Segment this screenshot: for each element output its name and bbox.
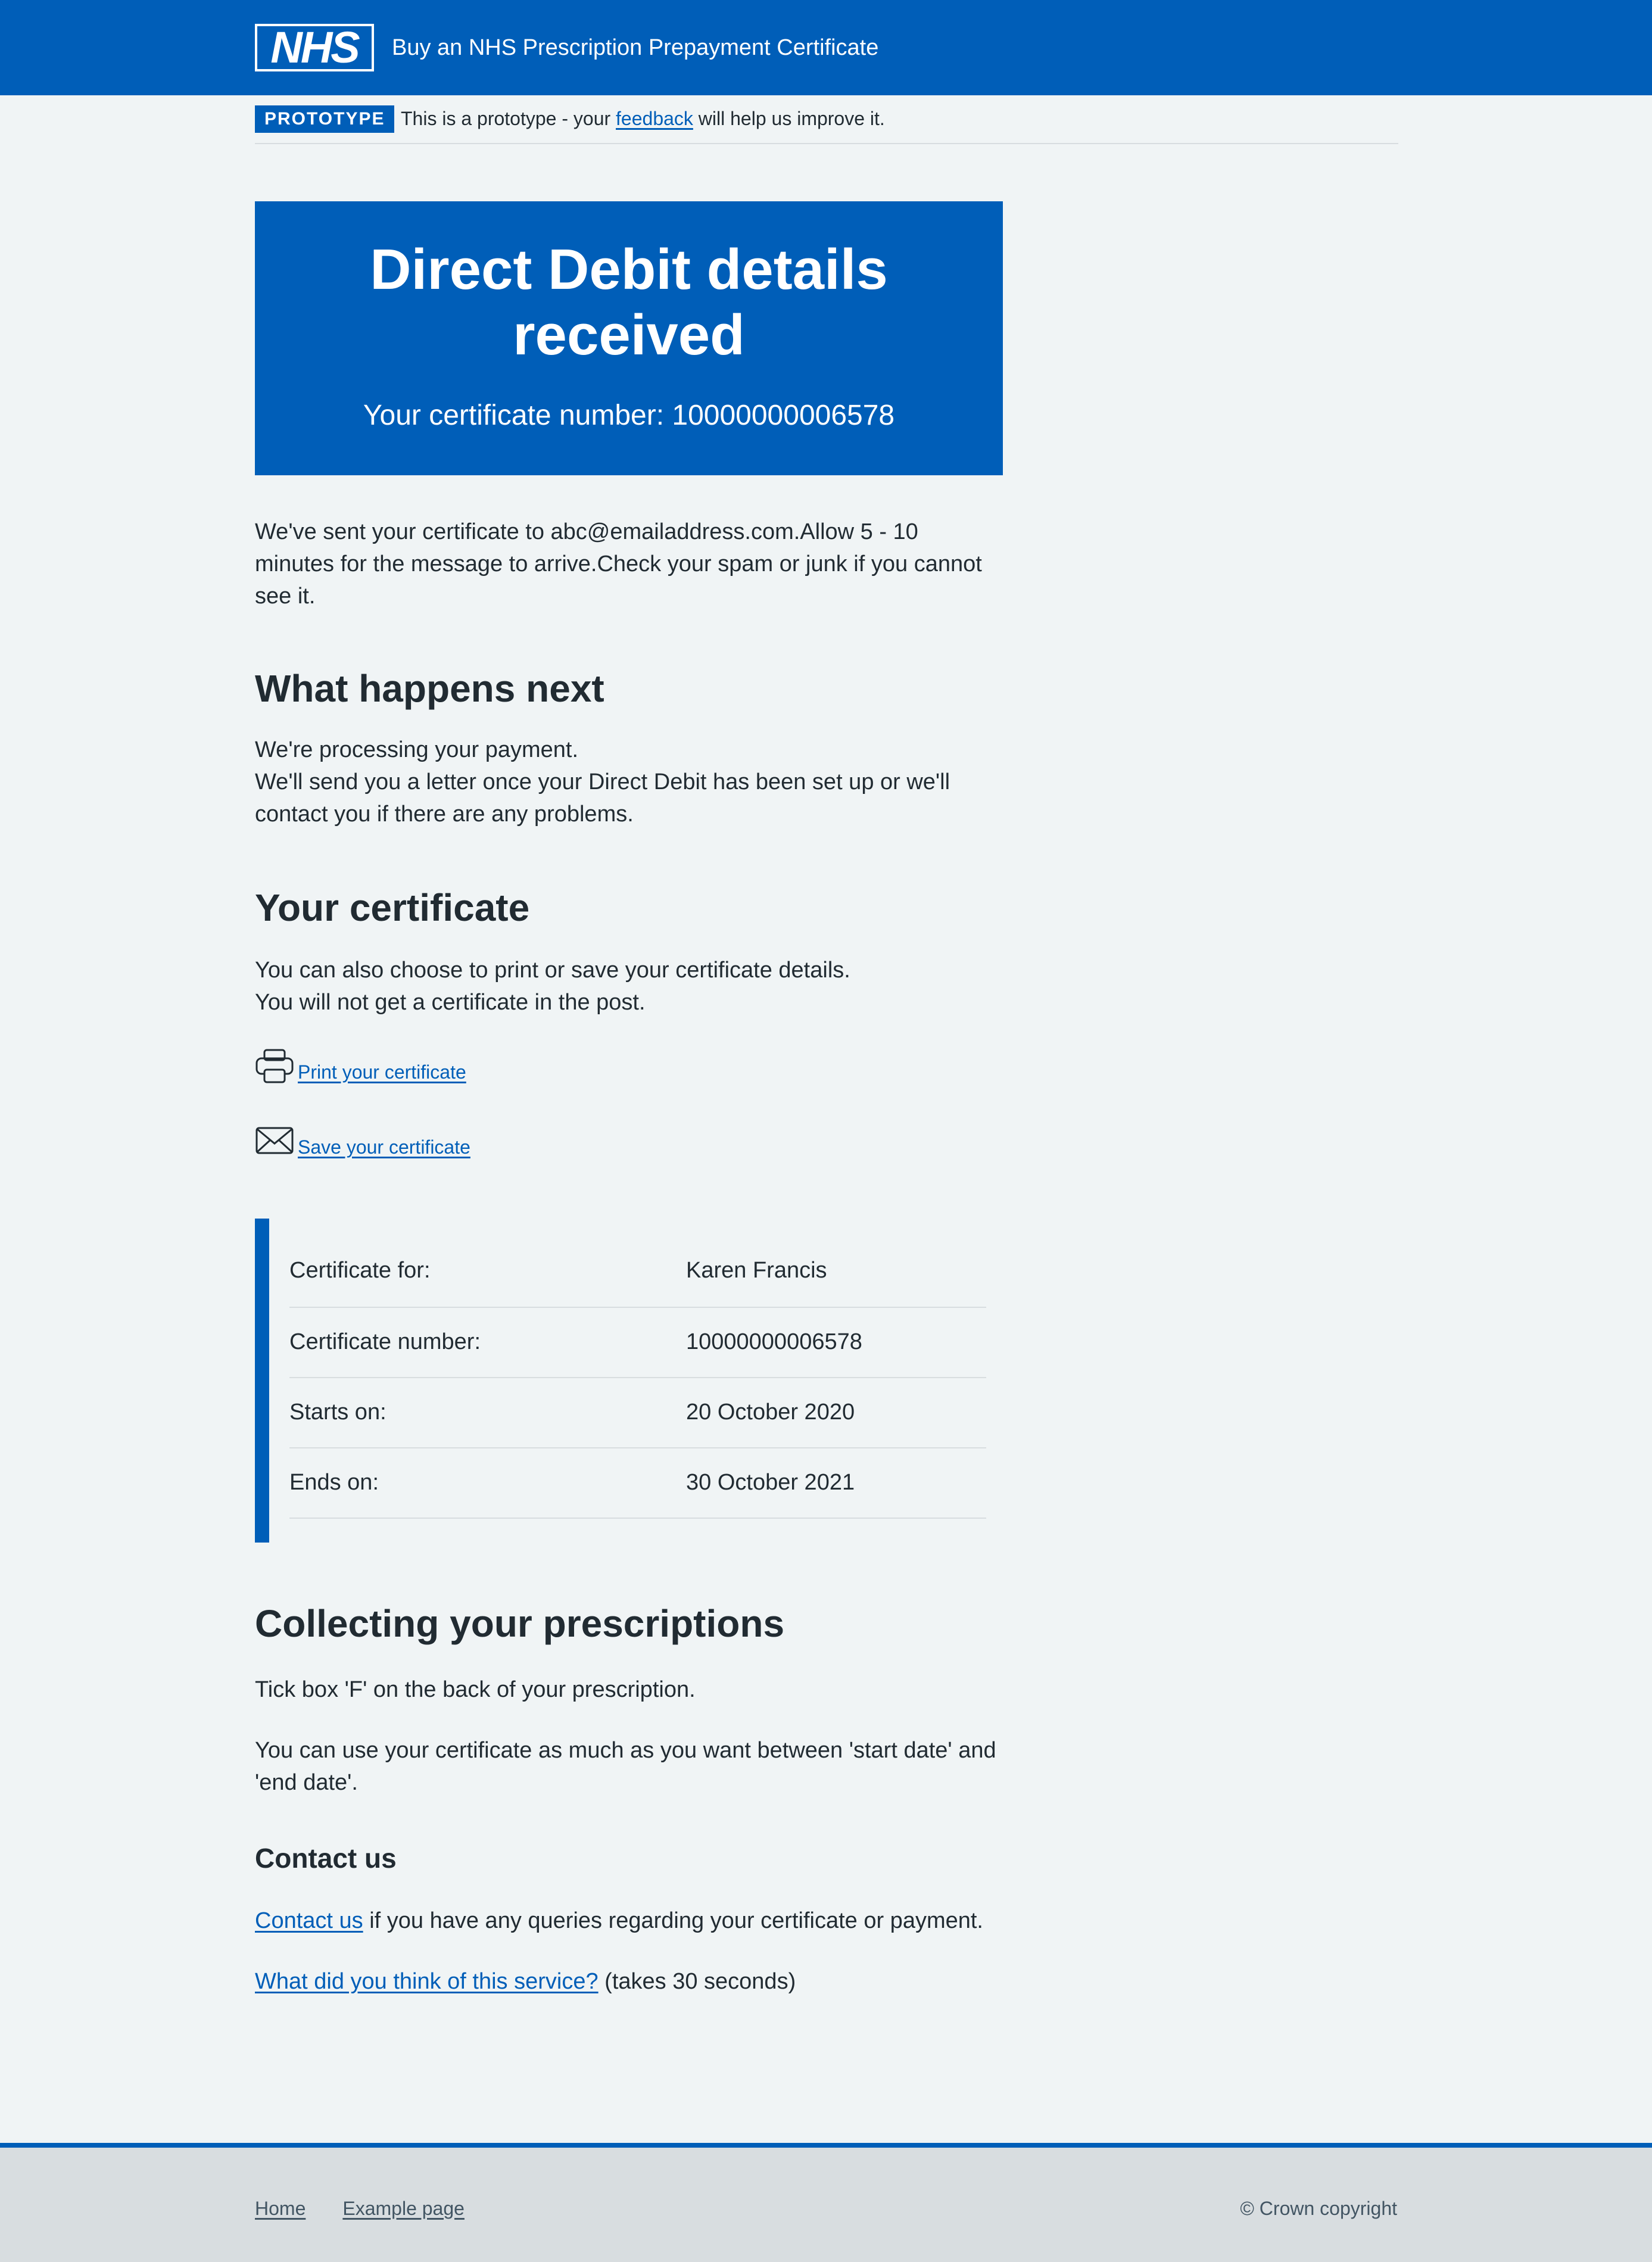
certificate-summary: Certificate for: Karen Francis Certifica… xyxy=(255,1219,1002,1543)
prototype-tag: PROTOTYPE xyxy=(255,105,395,133)
footer-link-home[interactable]: Home xyxy=(255,2198,306,2219)
summary-key: Certificate number: xyxy=(289,1329,481,1354)
main-content: Direct Debit details received Your certi… xyxy=(255,201,1003,1998)
confirmation-title: Direct Debit details received xyxy=(370,238,888,367)
summary-list: Certificate for: Karen Francis Certifica… xyxy=(289,1236,986,1519)
service-name[interactable]: Buy an NHS Prescription Prepayment Certi… xyxy=(392,31,878,64)
summary-key: Starts on: xyxy=(289,1400,386,1425)
nhs-logo[interactable]: NHS xyxy=(255,24,374,71)
print-certificate-link[interactable]: Print your certificate xyxy=(298,1060,466,1084)
confirmation-panel: Direct Debit details received Your certi… xyxy=(255,201,1003,475)
summary-row-starts-on: Starts on: 20 October 2020 xyxy=(289,1378,986,1448)
print-save-text: You can also choose to print or save you… xyxy=(255,958,850,983)
tick-box-text: Tick box 'F' on the back of your prescri… xyxy=(255,1677,696,1702)
summary-value: 10000000006578 xyxy=(686,1329,862,1354)
contact-description: if you have any queries regarding your c… xyxy=(369,1908,983,1933)
email-sent-text: We've sent your certificate to abc@email… xyxy=(255,519,982,609)
what-happens-next-heading: What happens next xyxy=(255,667,604,710)
save-certificate-action: Save your certificate xyxy=(255,1123,1003,1159)
contact-us-link[interactable]: Contact us xyxy=(255,1908,363,1933)
letter-text: We'll send you a letter once your Direct… xyxy=(255,769,950,827)
nhs-logo-text: NHS xyxy=(257,26,372,70)
save-certificate-link[interactable]: Save your certificate xyxy=(298,1135,470,1159)
your-certificate-heading: Your certificate xyxy=(255,886,530,929)
service-feedback-link[interactable]: What did you think of this service? xyxy=(255,1969,599,1994)
processing-text: We're processing your payment. xyxy=(255,737,579,762)
feedback-link[interactable]: feedback xyxy=(616,108,693,129)
summary-key: Ends on: xyxy=(289,1470,379,1495)
summary-key: Certificate for: xyxy=(289,1258,431,1283)
summary-value: Karen Francis xyxy=(686,1258,827,1283)
feedback-duration: (takes 30 seconds) xyxy=(604,1969,796,1994)
envelope-icon xyxy=(255,1127,294,1154)
summary-value: 20 October 2020 xyxy=(686,1400,855,1425)
phase-banner-text: This is a prototype - your feedback will… xyxy=(401,104,885,133)
printer-icon xyxy=(255,1049,294,1083)
summary-row-certificate-number: Certificate number: 10000000006578 xyxy=(289,1308,986,1378)
no-post-text: You will not get a certificate in the po… xyxy=(255,990,646,1015)
contact-text: Contact us if you have any queries regar… xyxy=(255,1905,1003,1937)
collecting-heading: Collecting your prescriptions xyxy=(255,1602,785,1645)
print-certificate-action: Print your certificate xyxy=(255,1048,1003,1084)
phase-banner: PROTOTYPE This is a prototype - your fee… xyxy=(255,104,1398,144)
certificate-number-text: Your certificate number: 10000000006578 xyxy=(363,400,895,431)
feedback-text: What did you think of this service? (tak… xyxy=(255,1965,1003,1998)
summary-row-ends-on: Ends on: 30 October 2021 xyxy=(289,1448,986,1519)
footer-links: Home Example page xyxy=(255,2196,501,2220)
site-footer: Home Example page © Crown copyright xyxy=(0,2143,1652,2262)
summary-value: 30 October 2021 xyxy=(686,1470,855,1495)
summary-row-certificate-for: Certificate for: Karen Francis xyxy=(289,1236,986,1308)
phase-text-after: will help us improve it. xyxy=(698,108,885,129)
footer-link-example-page[interactable]: Example page xyxy=(342,2198,465,2219)
summary-accent-bar xyxy=(255,1219,269,1543)
phase-text-before: This is a prototype - your xyxy=(401,108,611,129)
site-header: NHS Buy an NHS Prescription Prepayment C… xyxy=(0,0,1652,95)
usage-text: You can use your certificate as much as … xyxy=(255,1738,996,1795)
contact-heading: Contact us xyxy=(255,1843,397,1874)
copyright-text: © Crown copyright xyxy=(1240,2198,1397,2219)
